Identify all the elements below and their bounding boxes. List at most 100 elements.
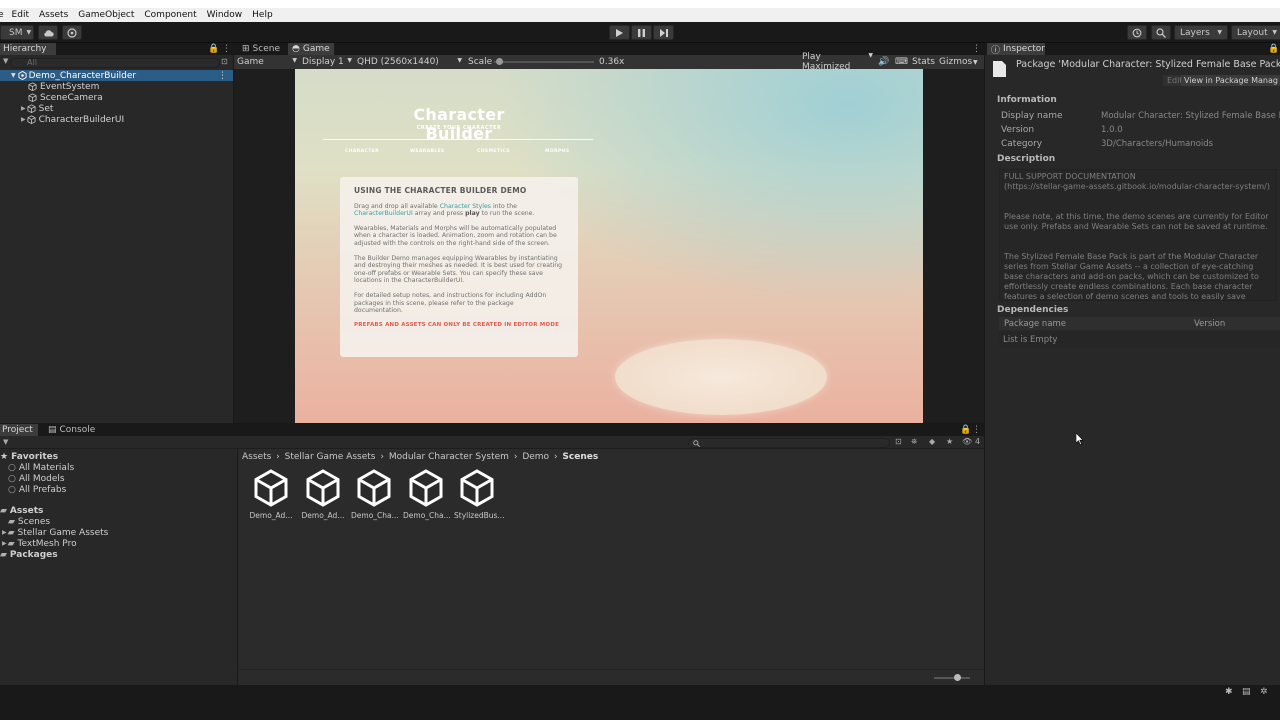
- description-textarea[interactable]: FULL SUPPORT DOCUMENTATION (https://stel…: [999, 169, 1277, 301]
- step-button[interactable]: [653, 25, 674, 40]
- fav-all-prefabs[interactable]: ○ All Prefabs: [8, 484, 66, 495]
- create-dropdown-icon[interactable]: ▼: [3, 57, 8, 65]
- menu-file[interactable]: e: [0, 10, 4, 20]
- hierarchy-item-eventsystem[interactable]: EventSystem: [0, 81, 233, 92]
- folder-icon: ▰: [0, 549, 7, 560]
- pause-button[interactable]: [631, 25, 652, 40]
- label-tag-icon[interactable]: ◆: [929, 437, 935, 446]
- unity-scene-icon: [460, 469, 494, 507]
- project-search-input[interactable]: [688, 438, 890, 448]
- scene-asset-file[interactable]: Demo_Ad...: [300, 469, 346, 520]
- layout-dropdown[interactable]: Layout ▼: [1231, 25, 1280, 40]
- folder-scenes[interactable]: ▰ Scenes: [8, 516, 50, 527]
- hierarchy-search-input[interactable]: All: [10, 58, 220, 68]
- collab-button[interactable]: [62, 25, 82, 40]
- tab-inspector[interactable]: ⓘ Inspector: [987, 43, 1045, 56]
- information-header: Information: [997, 95, 1057, 105]
- hierarchy-item-label: Set: [38, 103, 54, 114]
- folder-textmesh-pro[interactable]: ▶ ▰ TextMesh Pro: [2, 538, 77, 549]
- play-button[interactable]: [609, 25, 630, 40]
- kebab-menu-icon[interactable]: ⋮: [222, 44, 231, 54]
- breadcrumb-item[interactable]: Stellar Game Assets: [285, 452, 376, 462]
- kebab-menu-icon[interactable]: ⋮: [218, 71, 227, 81]
- fav-all-materials[interactable]: ○ All Materials: [8, 462, 74, 473]
- scene-asset-file[interactable]: StylizedBus...: [454, 469, 505, 520]
- expand-arrow-icon[interactable]: ▶: [21, 116, 26, 123]
- nav-wearables[interactable]: WEARABLES: [410, 149, 445, 154]
- nav-character[interactable]: CHARACTER: [345, 149, 379, 154]
- nav-cosmetics[interactable]: COSMETICS: [477, 149, 510, 154]
- layers-dropdown[interactable]: Layers ▼: [1174, 25, 1228, 40]
- resolution-dropdown[interactable]: QHD (2560x1440) ▼: [357, 57, 462, 67]
- menu-gameobject[interactable]: GameObject: [78, 10, 134, 20]
- tab-scene[interactable]: ⊞ Scene: [238, 43, 286, 55]
- menu-edit[interactable]: Edit: [12, 10, 29, 20]
- history-button[interactable]: [1127, 25, 1147, 40]
- lock-icon[interactable]: 🔒: [208, 44, 219, 54]
- nav-morphs[interactable]: MORPHS: [545, 149, 569, 154]
- filter-by-type-icon[interactable]: ⛯: [911, 437, 917, 447]
- assets-folder[interactable]: ▰ Assets: [0, 505, 43, 516]
- debug-icon[interactable]: ✲: [1260, 687, 1268, 697]
- breadcrumb-item[interactable]: Modular Character System: [389, 452, 509, 462]
- chevron-down-icon: ▼: [1272, 29, 1277, 36]
- menu-assets[interactable]: Assets: [39, 10, 68, 20]
- fav-all-models[interactable]: ○ All Models: [8, 473, 65, 484]
- display-dropdown[interactable]: Display 1 ▼: [302, 57, 352, 67]
- search-by-type-icon[interactable]: ⊡: [895, 437, 902, 446]
- packages-folder[interactable]: ▰ Packages: [0, 549, 58, 560]
- hierarchy-item-set[interactable]: ▶ Set: [0, 103, 233, 114]
- breadcrumb-item-current[interactable]: Scenes: [562, 452, 598, 462]
- search-button[interactable]: [1151, 25, 1171, 40]
- scale-slider[interactable]: [494, 58, 594, 65]
- tab-console[interactable]: ▤ Console: [44, 424, 95, 436]
- view-in-package-manager-button[interactable]: View in Package Manag: [1181, 75, 1280, 86]
- search-filter-icon[interactable]: ⊡: [221, 57, 228, 66]
- menu-component[interactable]: Component: [144, 10, 196, 20]
- scene-asset-file[interactable]: Demo_Ad...: [248, 469, 294, 520]
- expand-arrow-icon[interactable]: ▶: [2, 540, 7, 547]
- lock-icon[interactable]: 🔒: [960, 425, 971, 435]
- speaker-icon[interactable]: 🔊: [878, 57, 889, 67]
- fav-item-label: All Materials: [18, 462, 75, 473]
- kebab-menu-icon[interactable]: ⋮: [972, 425, 981, 435]
- expand-arrow-icon[interactable]: ▶: [2, 529, 7, 536]
- game-view-toolbar: Game ▼ Display 1 ▼ QHD (2560x1440) ▼ Sca…: [234, 52, 984, 72]
- create-dropdown-icon[interactable]: ▼: [3, 438, 8, 446]
- progress-icon[interactable]: ▤: [1242, 687, 1251, 697]
- expand-arrow-icon[interactable]: ▼: [11, 72, 16, 79]
- game-render-view[interactable]: Character Builder CREATE YOUR CHARACTER …: [295, 69, 923, 423]
- chevron-down-icon[interactable]: ▼: [973, 59, 978, 66]
- lock-icon[interactable]: 🔒: [1268, 44, 1279, 54]
- tab-project[interactable]: Project: [0, 424, 38, 436]
- game-mode-dropdown[interactable]: Game ▼: [237, 57, 297, 67]
- menu-window[interactable]: Window: [207, 10, 243, 20]
- unity-scene-icon: [357, 469, 391, 507]
- tab-game[interactable]: ◓ Game: [288, 43, 334, 55]
- cloud-button[interactable]: [38, 25, 58, 40]
- scene-asset-file[interactable]: Demo_Cha...: [351, 469, 399, 520]
- hierarchy-item-characterbuilderui[interactable]: ▶ CharacterBuilderUI: [0, 114, 233, 125]
- hidden-packages-icon[interactable]: 👁: [962, 437, 972, 446]
- stats-button[interactable]: Stats: [912, 57, 935, 67]
- bug-report-icon[interactable]: ✱: [1225, 687, 1233, 697]
- gizmos-button[interactable]: Gizmos: [939, 57, 972, 67]
- breadcrumb-item[interactable]: Demo: [522, 452, 549, 462]
- folder-stellar-game-assets[interactable]: ▶ ▰ Stellar Game Assets: [2, 527, 108, 538]
- tab-hierarchy[interactable]: Hierarchy: [0, 43, 56, 55]
- expand-arrow-icon[interactable]: ▶: [21, 105, 26, 112]
- hierarchy-item-scenecamera[interactable]: SceneCamera: [0, 92, 233, 103]
- hidden-packages-count: 4: [975, 437, 981, 446]
- menu-help[interactable]: Help: [252, 10, 273, 20]
- account-dropdown[interactable]: SM ▼: [0, 25, 34, 40]
- scene-asset-file[interactable]: Demo_Cha...: [403, 469, 451, 520]
- favorite-star-icon[interactable]: ★: [946, 437, 953, 446]
- kebab-menu-icon[interactable]: ⋮: [972, 44, 981, 54]
- icon-size-slider-thumb[interactable]: [954, 674, 962, 681]
- scale-slider-thumb[interactable]: [495, 58, 503, 65]
- favorites-header[interactable]: ★ Favorites: [0, 451, 58, 462]
- icon-size-slider[interactable]: [934, 674, 970, 681]
- breadcrumb-item[interactable]: Assets: [242, 452, 271, 462]
- keyboard-icon[interactable]: ⌨: [895, 57, 908, 67]
- hierarchy-item-scene[interactable]: ▼ Demo_CharacterBuilder ⋮: [0, 70, 233, 81]
